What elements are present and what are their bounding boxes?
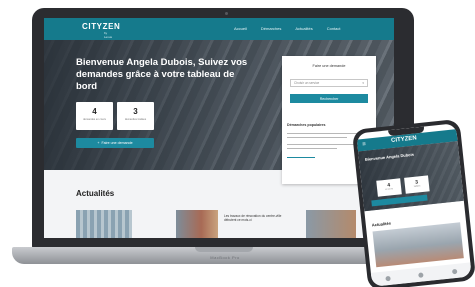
text-line — [287, 148, 337, 150]
stat-card-processed[interactable]: 3 demandes traitées — [117, 102, 154, 130]
chevron-down-icon: ▾ — [362, 81, 364, 85]
nav-link-contact[interactable]: Contact — [327, 26, 341, 31]
phone-section-title: Actualités — [371, 220, 392, 228]
user-icon[interactable] — [451, 268, 458, 274]
service-select[interactable]: Choisir un service ▾ — [290, 79, 368, 87]
brand[interactable]: CITYZEN by Lexus — [54, 18, 120, 40]
laptop-notch — [195, 247, 253, 252]
stat-value: 4 — [92, 107, 97, 116]
brand-logo[interactable]: CITYZEN — [82, 22, 120, 31]
text-line — [287, 133, 363, 135]
phone-brand-logo[interactable]: CITYZEN — [391, 135, 417, 144]
news-image[interactable] — [306, 210, 356, 238]
panel-link[interactable] — [287, 157, 315, 159]
top-navbar: CITYZEN by Lexus Accueil Démarches Actua… — [44, 18, 394, 40]
news-article-text[interactable]: Les travaux de rénovation du centre-vill… — [224, 214, 294, 222]
nav-link-actualites[interactable]: Actualités — [295, 26, 312, 31]
nav-link-accueil[interactable]: Accueil — [234, 26, 247, 31]
hamburger-icon[interactable]: ≡ — [362, 142, 366, 148]
laptop-screen: CITYZEN by Lexus Accueil Démarches Actua… — [44, 18, 394, 238]
news-image[interactable] — [176, 210, 218, 238]
phone-stat-card[interactable]: 4 en cours — [376, 178, 402, 197]
select-placeholder: Choisir un service — [294, 81, 320, 85]
home-icon[interactable] — [385, 275, 391, 281]
brand-tagline: by Lexus — [104, 31, 113, 39]
news-title: Actualités — [76, 189, 115, 198]
nav-links: Accueil Démarches Actualités Contact — [234, 26, 341, 31]
hero-title: Bienvenue Angela Dubois, Suivez vos dema… — [76, 57, 248, 92]
stat-value: 3 — [133, 107, 138, 116]
search-button[interactable]: Rechercher — [290, 94, 368, 103]
popular-requests-title: Démarches populaires — [287, 123, 326, 127]
phone-screen: ≡ CITYZEN Bienvenue Angela Dubois 4 en c… — [356, 123, 472, 287]
list-icon[interactable] — [418, 271, 425, 278]
camera-icon — [225, 12, 228, 15]
plus-icon: + — [97, 141, 100, 145]
text-line — [287, 144, 363, 146]
phone-stat-card[interactable]: 3 traitées — [404, 175, 430, 194]
panel-title: Faire une demande — [312, 64, 346, 68]
news-image[interactable] — [76, 210, 132, 238]
text-line — [287, 137, 347, 139]
phone-news-image[interactable] — [372, 222, 464, 268]
stat-label: demandes traitées — [124, 118, 147, 121]
stat-card-in-progress[interactable]: 4 demandes en cours — [76, 102, 113, 130]
device-label: MacBook Pro — [210, 255, 240, 260]
new-request-button[interactable]: + Faire une demande — [76, 138, 154, 148]
stat-label: demandes en cours — [83, 118, 106, 121]
phone-device: ≡ CITYZEN Bienvenue Angela Dubois 4 en c… — [351, 118, 475, 287]
nav-link-demarches[interactable]: Démarches — [261, 26, 281, 31]
new-request-label: Faire une demande — [101, 141, 133, 145]
